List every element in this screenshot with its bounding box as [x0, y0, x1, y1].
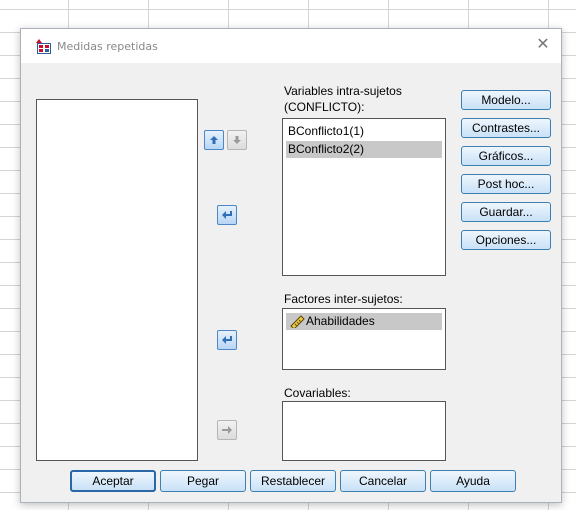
between-subjects-label: Factores inter-sujetos: [284, 292, 403, 306]
list-item[interactable]: BConflicto1(1) [286, 123, 442, 140]
arrow-up-icon [210, 136, 218, 144]
arrow-right-icon [222, 336, 232, 344]
spss-dialog-icon [36, 39, 52, 55]
model-button[interactable]: Modelo... [461, 90, 551, 110]
window-title: Medidas repetidas [57, 40, 158, 53]
options-button[interactable]: Opciones... [461, 230, 551, 250]
save-button[interactable]: Guardar... [461, 202, 551, 222]
move-down-button[interactable] [227, 130, 247, 150]
within-subjects-label: Variables intra-sujetos [284, 84, 402, 98]
ok-button[interactable]: Aceptar [70, 470, 156, 492]
post-hoc-button[interactable]: Post hoc... [461, 174, 551, 194]
title-bar: Medidas repetidas ✕ [21, 29, 561, 63]
within-subjects-label-factor: (CONFLICTO): [284, 100, 365, 114]
covariates-label: Covariables: [284, 386, 351, 400]
source-variable-list[interactable] [36, 99, 198, 461]
list-item[interactable]: Ahabilidades [286, 313, 442, 330]
within-subjects-list[interactable]: BConflicto1(1) BConflicto2(2) [282, 118, 446, 276]
arrow-right-icon [222, 426, 232, 434]
cancel-button[interactable]: Cancelar [340, 470, 426, 492]
close-icon[interactable]: ✕ [533, 35, 553, 55]
arrow-down-icon [233, 136, 241, 144]
reset-button[interactable]: Restablecer [250, 470, 336, 492]
move-to-between-button[interactable] [217, 330, 237, 350]
list-item-label: Ahabilidades [306, 314, 375, 328]
move-to-within-button[interactable] [217, 205, 237, 225]
move-up-button[interactable] [204, 130, 224, 150]
plots-button[interactable]: Gráficos... [461, 146, 551, 166]
paste-button[interactable]: Pegar [160, 470, 246, 492]
repeated-measures-dialog: Medidas repetidas ✕ Variables intra-suje… [20, 28, 562, 503]
help-button[interactable]: Ayuda [430, 470, 516, 492]
arrow-right-icon [222, 211, 232, 219]
contrasts-button[interactable]: Contrastes... [461, 118, 551, 138]
between-subjects-list[interactable]: Ahabilidades [282, 308, 446, 370]
scale-variable-icon [290, 315, 305, 328]
move-to-covariates-button[interactable] [217, 420, 237, 440]
list-item[interactable]: BConflicto2(2) [286, 141, 442, 158]
covariates-list[interactable] [282, 401, 446, 461]
